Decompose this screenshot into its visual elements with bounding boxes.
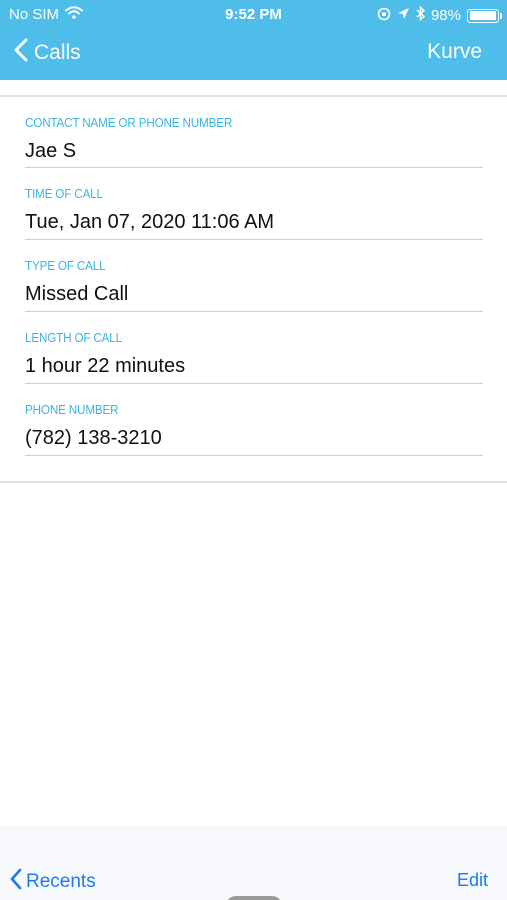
field-value: Missed Call bbox=[25, 283, 129, 305]
section-divider-top bbox=[0, 95, 507, 97]
field-value: Jae S bbox=[25, 140, 77, 162]
field-value: Tue, Jan 07, 2020 11:06 AM bbox=[25, 211, 275, 233]
orientation-lock-icon bbox=[377, 7, 391, 25]
section-divider-bottom bbox=[0, 481, 507, 483]
location-icon bbox=[397, 7, 410, 24]
call-length-field[interactable]: LENGTH OF CALL 1 hour 22 minutes bbox=[25, 330, 483, 384]
recents-label: Recents bbox=[26, 871, 96, 892]
call-type-field[interactable]: TYPE OF CALL Missed Call bbox=[25, 258, 483, 312]
back-button[interactable]: Calls bbox=[14, 38, 81, 68]
status-right: 98% bbox=[377, 5, 502, 25]
contact-field[interactable]: CONTACT NAME OR PHONE NUMBER Jae S bbox=[25, 115, 483, 168]
bottom-toolbar: Recents Edit bbox=[0, 826, 507, 900]
field-value: 1 hour 22 minutes bbox=[25, 355, 186, 377]
recents-button[interactable]: Recents bbox=[10, 868, 96, 896]
field-label: PHONE NUMBER bbox=[25, 402, 119, 417]
chevron-left-icon bbox=[10, 868, 22, 896]
home-indicator[interactable] bbox=[226, 896, 282, 900]
app-header: No SIM 9:52 PM 98% Calls Kurve bbox=[0, 0, 507, 80]
nav-action-button[interactable]: Kurve bbox=[427, 40, 482, 64]
field-label: CONTACT NAME OR PHONE NUMBER bbox=[25, 115, 233, 130]
field-label: TIME OF CALL bbox=[25, 186, 103, 201]
battery-percent: 98% bbox=[430, 7, 461, 24]
field-value: (782) 138-3210 bbox=[25, 427, 162, 449]
battery-icon bbox=[467, 8, 502, 23]
edit-button[interactable]: Edit bbox=[457, 870, 488, 891]
field-label: LENGTH OF CALL bbox=[25, 330, 122, 345]
field-label: TYPE OF CALL bbox=[25, 258, 106, 273]
battery-fill bbox=[469, 11, 496, 20]
back-button-label: Calls bbox=[34, 41, 81, 64]
chevron-left-icon bbox=[14, 38, 28, 68]
bluetooth-icon bbox=[416, 5, 426, 25]
time-field[interactable]: TIME OF CALL Tue, Jan 07, 2020 11:06 AM bbox=[25, 186, 483, 240]
status-bar: No SIM 9:52 PM 98% bbox=[0, 0, 507, 28]
phone-number-field[interactable]: PHONE NUMBER (782) 138-3210 bbox=[25, 402, 483, 456]
